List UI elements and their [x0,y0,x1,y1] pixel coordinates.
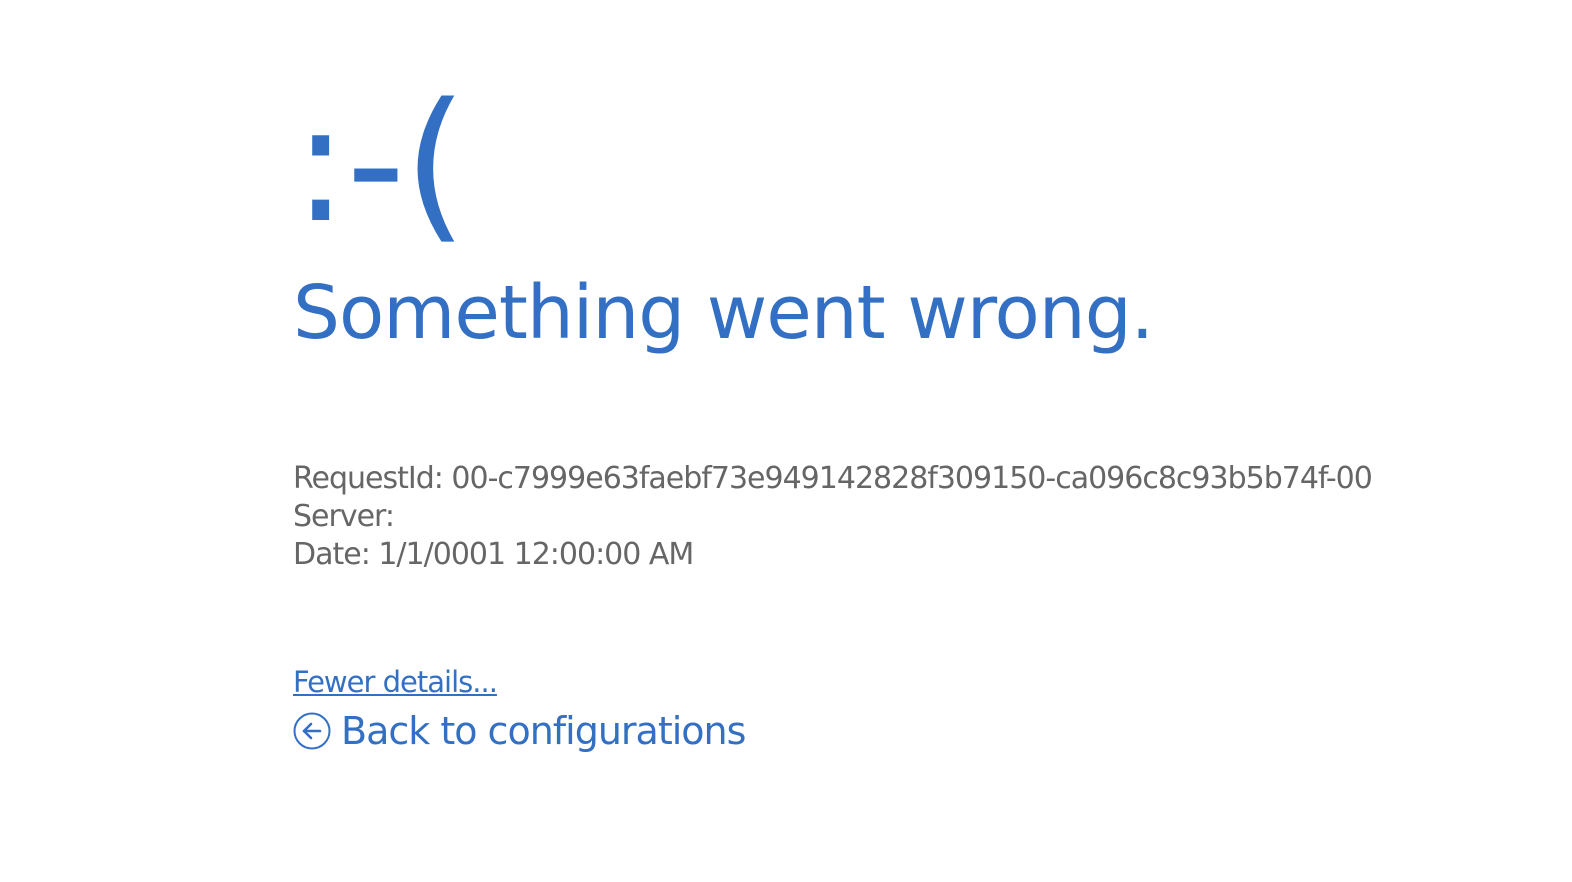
error-headline: Something went wrong. [293,270,1154,356]
fewer-details-link[interactable]: Fewer details... [293,668,498,697]
circle-arrow-left-icon [293,712,331,750]
error-page: :-( Something went wrong. RequestId: 00-… [0,0,1572,882]
back-to-configurations-link[interactable]: Back to configurations [293,709,746,753]
date-line: Date: 1/1/0001 12:00:00 AM [293,537,694,572]
sad-face-emoticon: :-( [293,68,467,259]
back-to-configurations-label: Back to configurations [341,709,746,753]
request-id-line: RequestId: 00-c7999e63faebf73e949142828f… [293,461,1373,496]
server-line: Server: [293,499,395,534]
error-details: RequestId: 00-c7999e63faebf73e949142828f… [293,460,1373,574]
